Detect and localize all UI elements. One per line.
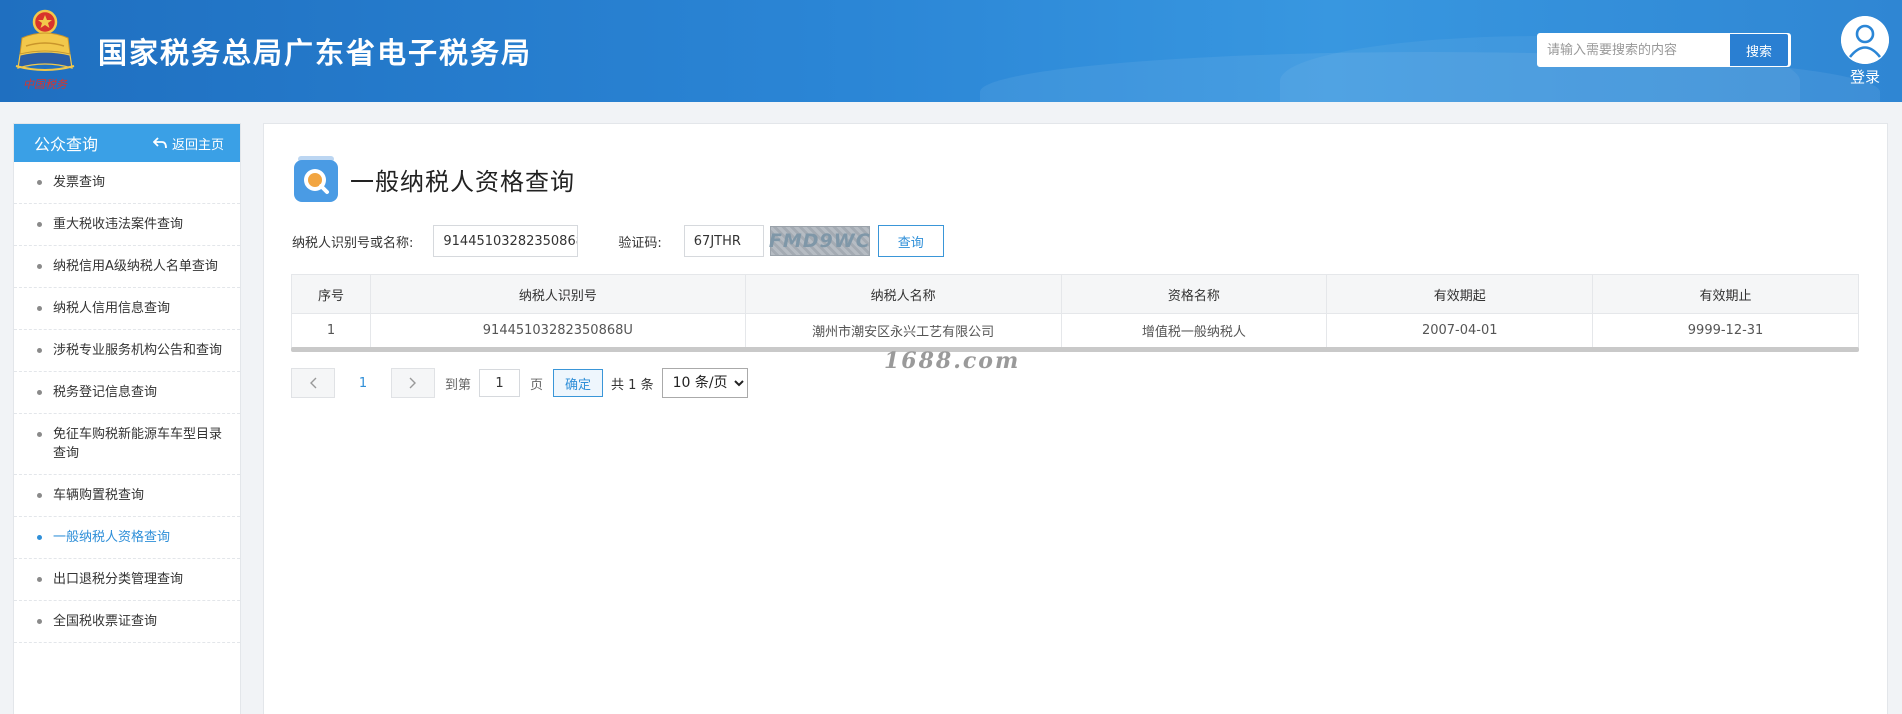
column-header-qualification: 资格名称 xyxy=(1060,274,1328,314)
site-title: 国家税务总局广东省电子税务局 xyxy=(98,36,533,70)
site-header: 中国税务 国家税务总局广东省电子税务局 搜索 登录 xyxy=(0,0,1902,102)
page-size-select[interactable]: 10 条/页 xyxy=(661,368,748,398)
column-header-taxpayer-name: 纳税人名称 xyxy=(744,274,1062,314)
page-unit-label: 页 xyxy=(530,377,544,393)
query-button[interactable]: 查询 xyxy=(877,225,944,257)
taxpayer-label: 纳税人识别号或名称: xyxy=(292,235,414,251)
sidebar-item-vehicle-purchase-tax[interactable]: 车辆购置税查询 xyxy=(14,475,240,517)
chevron-right-icon xyxy=(409,377,416,389)
query-form: 纳税人识别号或名称: 验证码: FMD9WC 查询 xyxy=(292,224,944,258)
search-box: 搜索 xyxy=(1537,33,1791,67)
main-panel: 一般纳税人资格查询 纳税人识别号或名称: 验证码: FMD9WC 查询 序号 纳… xyxy=(263,123,1888,714)
back-home-link[interactable]: 返回主页 xyxy=(152,134,224,153)
captcha-label: 验证码: xyxy=(618,235,662,251)
sidebar-item-invoice-query[interactable]: 发票查询 xyxy=(14,162,240,204)
cell-taxpayer-id: 91445103282350868U xyxy=(369,313,746,348)
login-button[interactable]: 登录 xyxy=(1840,16,1890,88)
watermark: 1688.com xyxy=(884,348,1021,374)
next-page-button[interactable] xyxy=(391,368,435,398)
cell-taxpayer-name: 潮州市潮安区永兴工艺有限公司 xyxy=(744,313,1062,348)
back-home-label: 返回主页 xyxy=(171,137,224,153)
user-icon xyxy=(1841,16,1889,64)
taxpayer-id-input[interactable] xyxy=(433,225,579,257)
sidebar-title: 公众查询 xyxy=(34,135,99,154)
total-count: 共 1 条 xyxy=(611,377,654,393)
cell-qualification: 增值税一般纳税人 xyxy=(1060,313,1328,348)
cell-valid-from: 2007-04-01 xyxy=(1326,313,1594,348)
sidebar-item-general-taxpayer[interactable]: 一般纳税人资格查询 xyxy=(14,517,240,559)
column-header-taxpayer-id: 纳税人识别号 xyxy=(369,274,746,314)
login-label: 登录 xyxy=(1849,68,1880,86)
sidebar-item-export-rebate[interactable]: 出口退税分类管理查询 xyxy=(14,559,240,601)
page-heading: 一般纳税人资格查询 xyxy=(294,156,575,202)
sidebar-item-tax-receipt[interactable]: 全国税收票证查询 xyxy=(14,601,240,643)
page-title: 一般纳税人资格查询 xyxy=(350,167,575,196)
goto-label: 到第 xyxy=(445,377,472,393)
goto-confirm-button[interactable]: 确定 xyxy=(553,369,604,397)
search-input[interactable] xyxy=(1538,34,1730,66)
sidebar-item-ev-catalog[interactable]: 免征车购税新能源车车型目录查询 xyxy=(14,414,240,475)
table-row: 1 91445103282350868U 潮州市潮安区永兴工艺有限公司 增值税一… xyxy=(291,313,1859,348)
sidebar-item-tax-registration[interactable]: 税务登记信息查询 xyxy=(14,372,240,414)
chevron-left-icon xyxy=(310,377,317,389)
cell-index: 1 xyxy=(291,313,371,348)
tax-emblem-logo: 中国税务 xyxy=(15,9,75,91)
pagination: 1 到第 页 确定 共 1 条 10 条/页 xyxy=(291,368,748,398)
svg-text:中国税务: 中国税务 xyxy=(23,78,68,91)
sidebar: 公众查询 返回主页 发票查询 重大税收违法案件查询 纳税信用A级纳税人名单查询 … xyxy=(13,123,241,714)
result-table: 序号 纳税人识别号 纳税人名称 资格名称 有效期起 有效期止 1 9144510… xyxy=(291,274,1859,348)
prev-page-button[interactable] xyxy=(291,368,335,398)
column-header-valid-from: 有效期起 xyxy=(1326,274,1594,314)
sidebar-menu: 发票查询 重大税收违法案件查询 纳税信用A级纳税人名单查询 纳税人信用信息查询 … xyxy=(14,162,240,643)
captcha-input[interactable] xyxy=(683,225,764,257)
search-document-icon xyxy=(294,156,338,202)
sidebar-item-credit-info[interactable]: 纳税人信用信息查询 xyxy=(14,288,240,330)
sidebar-header: 公众查询 返回主页 xyxy=(14,124,240,162)
return-arrow-icon xyxy=(152,137,167,149)
table-horizontal-scrollbar[interactable] xyxy=(291,347,1859,352)
sidebar-item-a-level-credit[interactable]: 纳税信用A级纳税人名单查询 xyxy=(14,246,240,288)
column-header-valid-to: 有效期止 xyxy=(1592,274,1859,314)
sidebar-item-tax-service-agency[interactable]: 涉税专业服务机构公告和查询 xyxy=(14,330,240,372)
column-header-index: 序号 xyxy=(291,274,371,314)
cell-valid-to: 9999-12-31 xyxy=(1592,313,1859,348)
table-header-row: 序号 纳税人识别号 纳税人名称 资格名称 有效期起 有效期止 xyxy=(291,274,1859,314)
page-number-current[interactable]: 1 xyxy=(335,376,391,391)
captcha-image[interactable]: FMD9WC xyxy=(769,226,870,256)
goto-page-input[interactable] xyxy=(479,369,521,397)
search-button[interactable]: 搜索 xyxy=(1730,34,1788,66)
sidebar-item-tax-violation-cases[interactable]: 重大税收违法案件查询 xyxy=(14,204,240,246)
